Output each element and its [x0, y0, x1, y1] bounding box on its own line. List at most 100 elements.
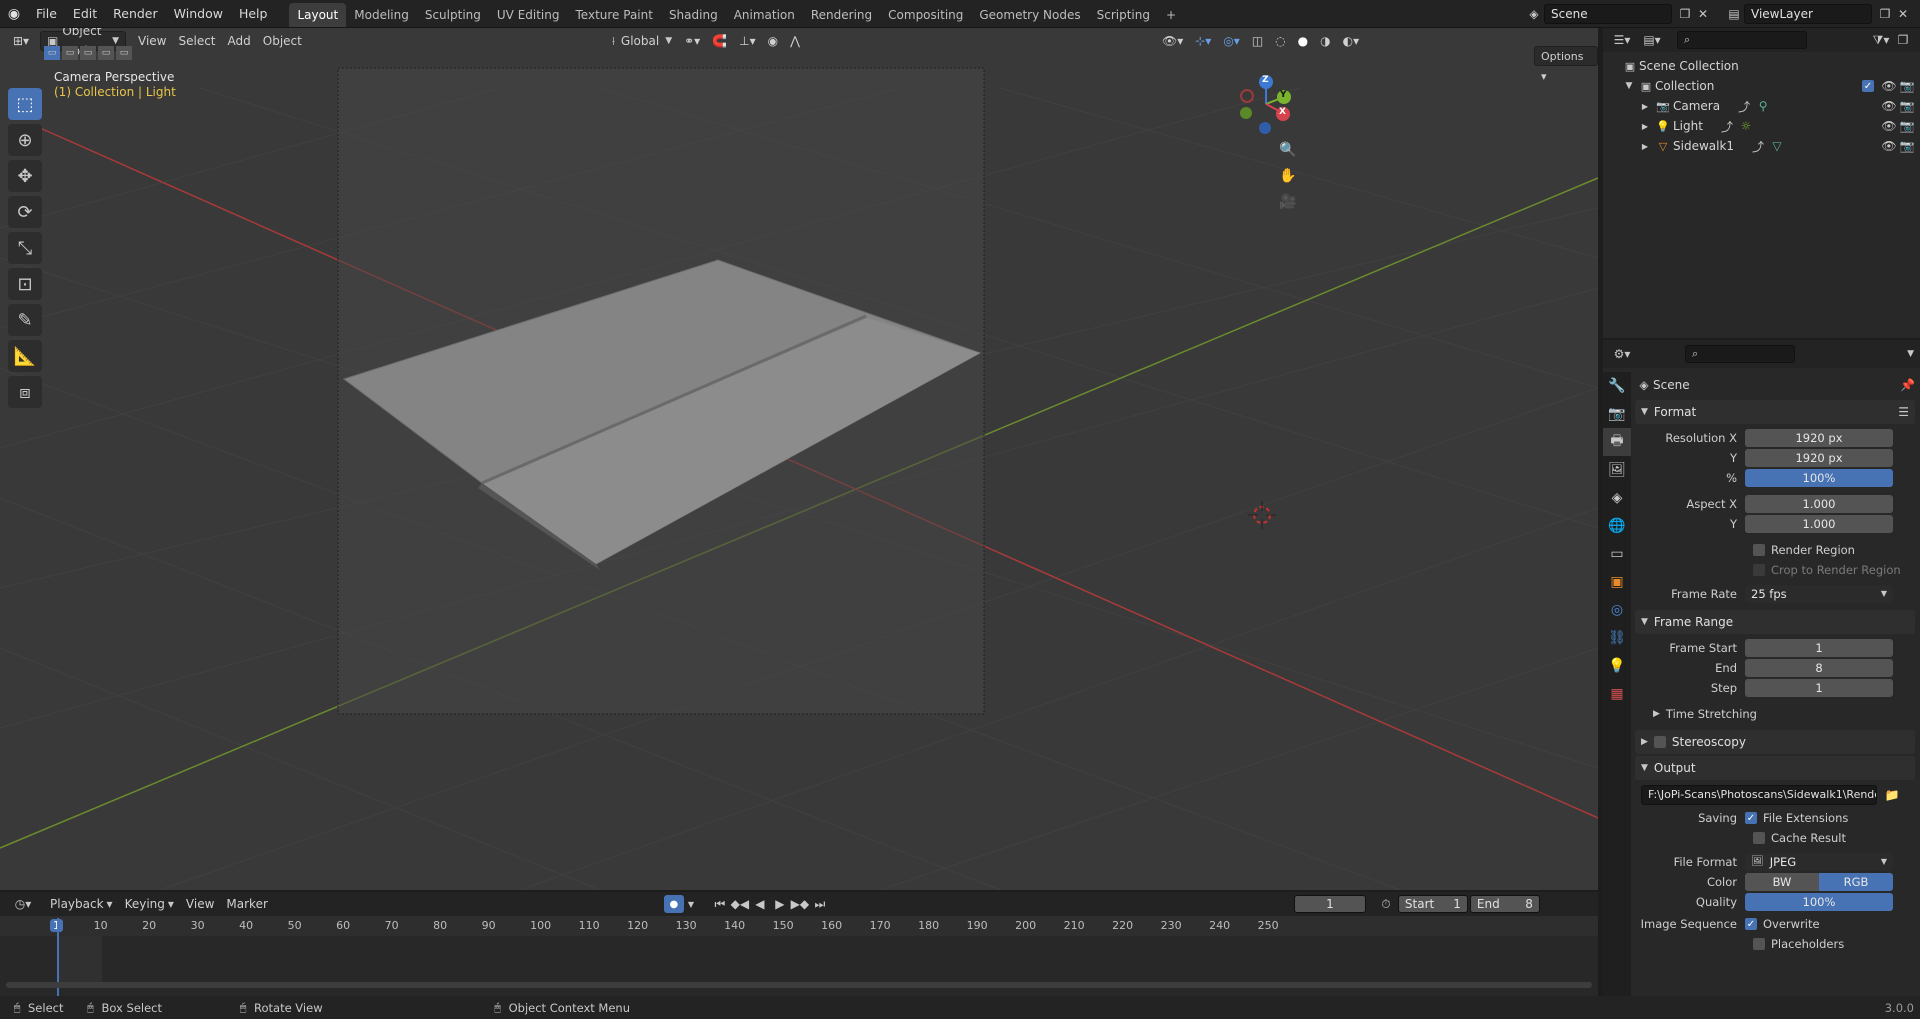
menu-window[interactable]: Window — [166, 0, 231, 28]
placeholders-checkbox[interactable] — [1753, 938, 1765, 950]
render-tab[interactable]: 📷 — [1603, 400, 1631, 428]
timeline-scrollbar[interactable] — [6, 982, 1592, 988]
scene-tab[interactable]: ◈ — [1603, 484, 1631, 512]
move-tool[interactable]: ✥ — [8, 160, 42, 192]
eye-icon[interactable]: 👁 — [1880, 79, 1898, 93]
object-data-icon[interactable]: ⚲ — [1754, 99, 1772, 113]
annotate-tool[interactable]: ✎ — [8, 304, 42, 336]
expand-arrow-icon[interactable]: ▶ — [1637, 122, 1653, 131]
collection-exclude-checkbox[interactable]: ✓ — [1862, 80, 1874, 92]
record-icon[interactable]: ● — [663, 895, 684, 913]
format-panel-header[interactable]: ▼ Format ☰ — [1635, 400, 1915, 424]
timeline-menu-marker[interactable]: Marker — [220, 894, 273, 914]
select-extend-icon[interactable]: ▭ — [62, 46, 78, 60]
timeline-menu-playback[interactable]: Playback ▾ — [44, 894, 119, 914]
eye-icon[interactable]: 👁 — [1880, 119, 1898, 133]
delete-view-layer-icon[interactable]: ✕ — [1894, 7, 1912, 21]
snap-target-icon[interactable]: ⊥▾ — [733, 31, 761, 51]
new-view-layer-icon[interactable]: ❐ — [1876, 7, 1894, 21]
stopwatch-icon[interactable]: ⏱ — [1374, 897, 1398, 912]
falloff-icon[interactable]: ⋀ — [784, 31, 806, 51]
add-cube-tool[interactable]: ⧈ — [8, 376, 42, 408]
select-new-icon[interactable]: ▭ — [44, 46, 60, 60]
gizmo-toggle-icon[interactable]: ⊹▾ — [1189, 31, 1217, 51]
jump-end-icon[interactable]: ⏭ — [810, 897, 830, 912]
crop-region-row[interactable]: Crop to Render Region — [1635, 560, 1915, 580]
select-intersect-icon[interactable]: ▭ — [116, 46, 132, 60]
editor-type-icon[interactable]: ⊞▾ — [8, 31, 34, 51]
editor-type-icon[interactable]: ⚙▾ — [1609, 347, 1635, 361]
3d-viewport[interactable]: Z Y X ⊞▾ ▣ Object Mode ▼ View Select Add Ob… — [0, 28, 1598, 890]
outliner-item-sidewalk1[interactable]: ▶ ▽ Sidewalk1 ⤴ ▽ 👁 📷 — [1621, 136, 1920, 156]
menu-edit[interactable]: Edit — [65, 0, 105, 28]
select-invert-icon[interactable]: ▭ — [98, 46, 114, 60]
output-panel-header[interactable]: ▼ Output — [1635, 756, 1915, 780]
tab-compositing[interactable]: Compositing — [880, 3, 971, 27]
resolution-y-field[interactable]: 1920 px — [1745, 449, 1893, 467]
tab-layout[interactable]: Layout — [289, 2, 347, 27]
play-reverse-icon[interactable]: ◀ — [750, 897, 770, 911]
proportional-edit-icon[interactable]: ◉ — [762, 31, 784, 51]
tab-shading[interactable]: Shading — [661, 3, 726, 27]
options-dropdown[interactable]: Options ▾ — [1534, 46, 1598, 83]
output-path-field[interactable]: F:\JoPi-Scans\Photoscans\Sidewalk1\Rende… — [1641, 785, 1877, 805]
world-tab[interactable]: 🌐 — [1603, 512, 1631, 540]
placeholders-row[interactable]: Placeholders — [1635, 934, 1915, 954]
rotate-tool[interactable]: ⟳ — [8, 196, 42, 228]
editor-type-icon[interactable]: ◷▾ — [10, 897, 36, 911]
physics-tab[interactable]: ◎ — [1603, 596, 1631, 624]
outliner-search-input[interactable]: ⌕ — [1677, 31, 1807, 49]
select-subtract-icon[interactable]: ▭ — [80, 46, 96, 60]
expand-arrow-icon[interactable]: ▶ — [1637, 142, 1653, 151]
menu-help[interactable]: Help — [231, 0, 276, 28]
render-region-row[interactable]: Render Region — [1635, 540, 1915, 560]
xray-icon[interactable]: ◫ — [1246, 31, 1269, 51]
tab-texture-paint[interactable]: Texture Paint — [568, 3, 661, 27]
view-layer-selector[interactable]: ▤ ViewLayer ❐ ✕ — [1724, 4, 1912, 24]
tab-geometry-nodes[interactable]: Geometry Nodes — [971, 3, 1088, 27]
pin-icon[interactable]: 📌 — [1900, 378, 1915, 392]
viewport-menu-add[interactable]: Add — [222, 31, 257, 51]
viewport-menu-object[interactable]: Object — [257, 31, 308, 51]
scene-selector[interactable]: ◈ Scene ❐ ✕ — [1524, 4, 1712, 24]
cache-result-row[interactable]: Cache Result — [1635, 828, 1915, 848]
resolution-percent-slider[interactable]: 100% — [1745, 469, 1893, 487]
add-workspace-button[interactable]: + — [1158, 3, 1184, 27]
resolution-x-field[interactable]: 1920 px — [1745, 429, 1893, 447]
stereoscopy-panel-header[interactable]: ▶ Stereoscopy — [1635, 730, 1915, 754]
output-tab[interactable]: 🖶 — [1603, 428, 1631, 456]
delete-scene-icon[interactable]: ✕ — [1694, 7, 1712, 21]
visibility-icon[interactable]: 👁▾ — [1156, 31, 1189, 51]
transform-tool[interactable]: ⊡ — [8, 268, 42, 300]
texture-tab[interactable]: ▦ — [1603, 680, 1631, 708]
properties-search-input[interactable]: ⌕ — [1685, 345, 1795, 363]
rendered-shading-icon[interactable]: ◐▾ — [1337, 31, 1366, 51]
outliner-item-camera[interactable]: ▶ 📷 Camera ⤴ ⚲ 👁 📷 — [1621, 96, 1920, 116]
display-mode-icon[interactable]: ▤▾ — [1639, 33, 1665, 47]
eye-icon[interactable]: 👁 — [1880, 99, 1898, 113]
expand-arrow-icon[interactable]: ▼ — [1621, 81, 1637, 91]
prev-keyframe-icon[interactable]: ◆◀ — [730, 897, 750, 911]
eye-icon[interactable]: 👁 — [1880, 139, 1898, 153]
aspect-x-field[interactable]: 1.000 — [1745, 495, 1893, 513]
aspect-y-field[interactable]: 1.000 — [1745, 515, 1893, 533]
quality-slider[interactable]: 100% — [1745, 893, 1893, 911]
solid-shading-icon[interactable]: ● — [1292, 31, 1314, 51]
presets-icon[interactable]: ☰ — [1898, 405, 1909, 419]
3d-cursor[interactable] — [1248, 501, 1276, 529]
collection-tab[interactable]: ▭ — [1603, 540, 1631, 568]
new-collection-icon[interactable]: ❐ — [1892, 33, 1914, 47]
tab-uv-editing[interactable]: UV Editing — [489, 3, 568, 27]
tab-sculpting[interactable]: Sculpting — [417, 3, 489, 27]
current-frame-field[interactable]: 1 — [1293, 895, 1366, 913]
stereoscopy-checkbox[interactable] — [1653, 736, 1666, 748]
camera-view-icon[interactable]: 🎥 — [1276, 190, 1300, 214]
file-format-dropdown[interactable]: 🖼 JPEG ▼ — [1745, 853, 1893, 871]
frame-start-field[interactable]: 1 — [1745, 639, 1893, 657]
timeline-menu-keying[interactable]: Keying ▾ — [119, 894, 180, 914]
render-camera-icon[interactable]: 📷 — [1898, 139, 1916, 153]
time-stretching-subpanel[interactable]: ▶ Time Stretching — [1635, 704, 1915, 724]
zoom-icon[interactable]: 🔍 — [1276, 138, 1300, 162]
pan-hand-icon[interactable]: ✋ — [1276, 164, 1300, 188]
viewport-menu-select[interactable]: Select — [172, 31, 221, 51]
